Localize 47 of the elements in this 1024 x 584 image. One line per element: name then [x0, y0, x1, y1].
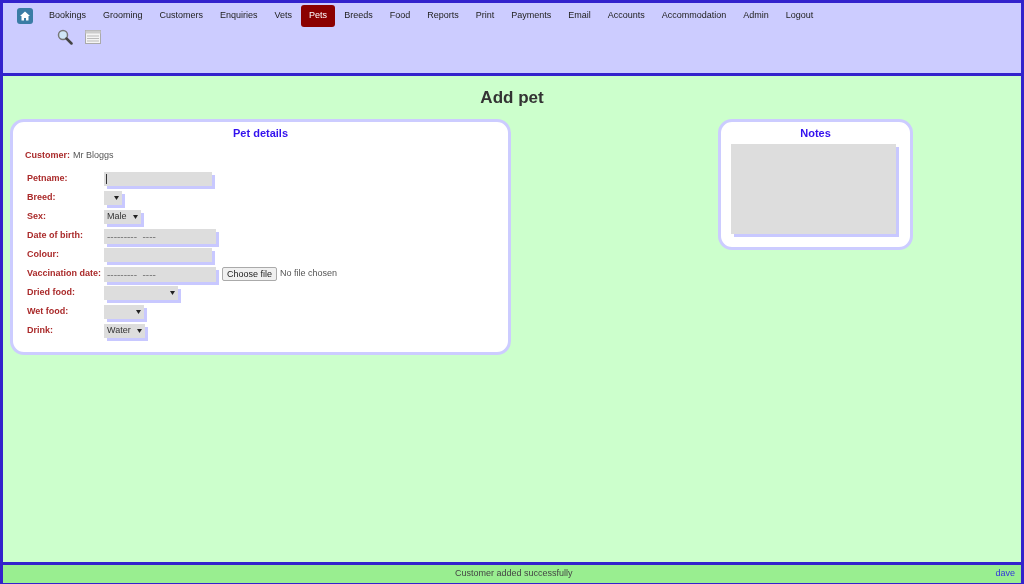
- field-label: Sex:: [27, 210, 47, 224]
- field-label: Drink:: [27, 324, 54, 338]
- card-title: Pet details: [232, 125, 289, 141]
- nav-tab[interactable]: Accounts: [599, 5, 653, 27]
- nav-tab[interactable]: Bookings: [41, 5, 95, 27]
- text-field[interactable]: [104, 248, 212, 262]
- field-label: Breed:: [27, 191, 57, 205]
- field-label: Petname:: [27, 172, 69, 186]
- caret-icon: [170, 291, 175, 295]
- field-label: Date of birth:: [27, 229, 84, 243]
- nav-tab[interactable]: Admin: [735, 5, 777, 27]
- table-icon[interactable]: [85, 30, 101, 44]
- search-icon[interactable]: [57, 29, 73, 45]
- customer-name: Mr Bloggs: [73, 149, 114, 162]
- caret-icon: [136, 329, 142, 333]
- caret-icon: [114, 196, 119, 200]
- status-message: Customer added successfully: [455, 567, 573, 581]
- nav-tab[interactable]: Grooming: [95, 5, 151, 27]
- nav-tab[interactable]: Breeds: [336, 5, 381, 27]
- nav-tab[interactable]: Customers: [151, 5, 212, 27]
- field-label: Wet food:: [27, 305, 70, 319]
- page-title: Add pet: [479, 87, 545, 109]
- choose-file-button[interactable]: Choose file: [222, 267, 278, 281]
- nav-tab[interactable]: Print: [467, 5, 503, 27]
- nav-tab[interactable]: Logout: [777, 5, 822, 27]
- nav-tab[interactable]: Pets: [301, 5, 336, 27]
- user-link[interactable]: dave: [995, 567, 1015, 581]
- nav-tab[interactable]: Vets: [266, 5, 301, 27]
- field-label: Colour:: [27, 248, 60, 262]
- nav-tab[interactable]: Email: [560, 5, 599, 27]
- select-dropdown[interactable]: [104, 191, 122, 205]
- card-title: Notes: [800, 125, 831, 141]
- field-label: Dried food:: [27, 286, 76, 300]
- customer-label: Customer:: [25, 149, 70, 162]
- field-label: Vaccination date:: [27, 267, 103, 281]
- nav-tab[interactable]: Payments: [503, 5, 560, 27]
- select-dropdown[interactable]: Male: [104, 210, 141, 224]
- caret-icon: [132, 215, 138, 219]
- home-icon[interactable]: [17, 8, 33, 24]
- caret-icon: [136, 310, 141, 314]
- file-status: No file chosen: [280, 267, 338, 281]
- nav-tab[interactable]: Accommodation: [653, 5, 735, 27]
- select-dropdown[interactable]: Water: [104, 324, 145, 338]
- nav-tab[interactable]: Food: [381, 5, 419, 27]
- text-field[interactable]: [104, 172, 212, 186]
- nav-tab[interactable]: Enquiries: [212, 5, 266, 27]
- nav-tab[interactable]: Reports: [419, 5, 467, 27]
